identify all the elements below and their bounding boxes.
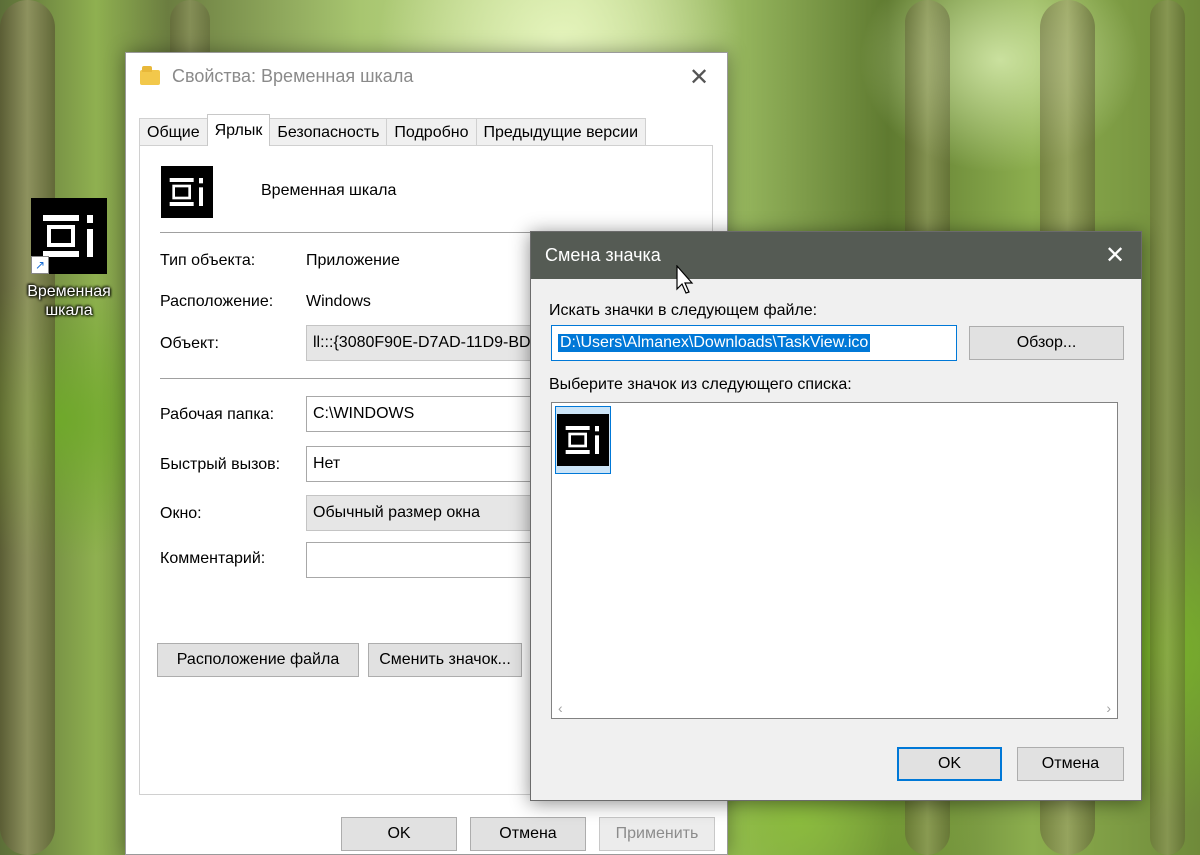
window-title: Свойства: Временная шкала: [172, 65, 414, 86]
shortcut-arrow-icon: ↗: [31, 256, 49, 274]
tab-previous-versions[interactable]: Предыдущие версии: [475, 118, 647, 146]
type-value: Приложение: [306, 252, 400, 269]
tab-details[interactable]: Подробно: [386, 118, 477, 146]
search-file-label: Искать значки в следующем файле:: [549, 302, 818, 319]
icon-list[interactable]: ‹ ›: [551, 402, 1118, 719]
cancel-button[interactable]: Отмена: [470, 817, 586, 851]
icon-list-item[interactable]: [555, 406, 611, 474]
timeline-icon: [557, 414, 609, 466]
type-label: Тип объекта:: [160, 252, 256, 269]
window-label: Окно:: [160, 505, 202, 522]
desktop-shortcut[interactable]: ↗ Временная шкала: [16, 198, 122, 320]
change-icon-dialog: Смена значка ✕ Искать значки в следующем…: [530, 231, 1142, 801]
workdir-label: Рабочая папка:: [160, 406, 275, 423]
close-icon[interactable]: ✕: [1097, 237, 1133, 273]
desktop-shortcut-label: Временная шкала: [27, 283, 111, 319]
change-icon-titlebar[interactable]: Смена значка: [531, 232, 1141, 279]
close-icon[interactable]: ✕: [681, 59, 717, 95]
cancel-button[interactable]: Отмена: [1017, 747, 1124, 781]
timeline-icon: [161, 166, 213, 218]
tab-shortcut[interactable]: Ярлык: [206, 114, 271, 146]
comment-label: Комментарий:: [160, 550, 266, 567]
ok-button[interactable]: OK: [897, 747, 1002, 781]
tab-general[interactable]: Общие: [139, 118, 208, 146]
icon-file-path-input[interactable]: D:\Users\Almanex\Downloads\TaskView.ico: [551, 325, 957, 361]
hotkey-label: Быстрый вызов:: [160, 456, 281, 473]
ok-button[interactable]: OK: [341, 817, 457, 851]
open-file-location-button[interactable]: Расположение файла: [157, 643, 359, 677]
background-trunk: [0, 0, 55, 855]
horizontal-scrollbar[interactable]: ‹ ›: [552, 698, 1117, 718]
scroll-right-icon[interactable]: ›: [1106, 700, 1111, 716]
background-trunk: [1150, 0, 1185, 855]
browse-button[interactable]: Обзор...: [969, 326, 1124, 360]
change-icon-button[interactable]: Сменить значок...: [368, 643, 522, 677]
target-label: Объект:: [160, 335, 219, 352]
shortcut-name: Временная шкала: [261, 182, 397, 199]
apply-button[interactable]: Применить: [599, 817, 715, 851]
properties-titlebar[interactable]: Свойства: Временная шкала: [126, 53, 727, 99]
scroll-left-icon[interactable]: ‹: [558, 700, 563, 716]
tab-security[interactable]: Безопасность: [269, 118, 388, 146]
timeline-icon: ↗: [31, 198, 107, 274]
icon-list-label: Выберите значок из следующего списка:: [549, 376, 852, 393]
location-label: Расположение:: [160, 293, 274, 310]
folder-icon: [140, 66, 162, 86]
dialog-title: Смена значка: [545, 245, 661, 265]
mouse-cursor-icon: [676, 265, 694, 294]
tab-bar: Общие Ярлык Безопасность Подробно Предыд…: [139, 114, 647, 146]
location-value: Windows: [306, 293, 371, 310]
selected-path-text: D:\Users\Almanex\Downloads\TaskView.ico: [558, 334, 871, 352]
